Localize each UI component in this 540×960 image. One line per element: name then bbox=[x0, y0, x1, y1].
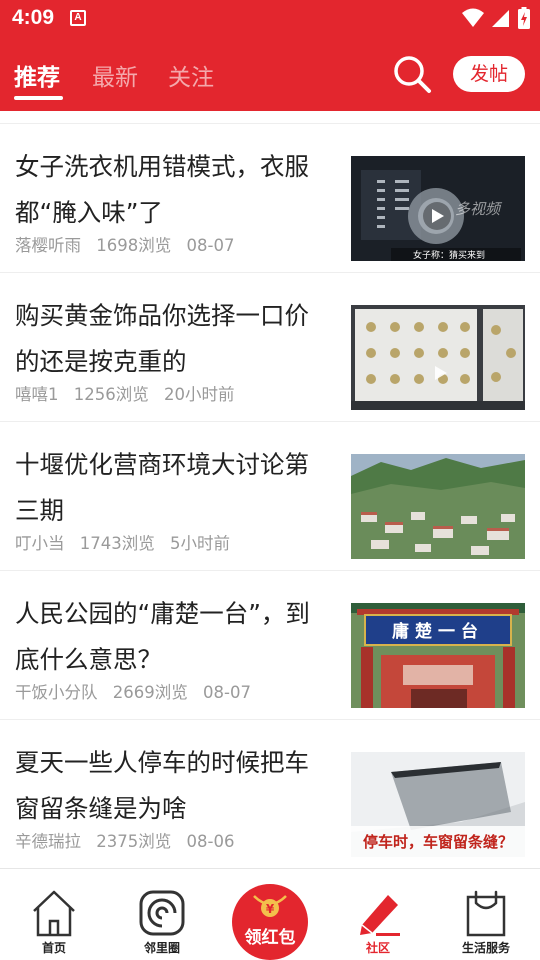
aerial-city-image bbox=[351, 454, 525, 559]
feed-item-thumbnail[interactable]: 庸楚一台 bbox=[351, 603, 525, 708]
feed-item-title[interactable]: 十堰优化营商环境大讨论第三期 bbox=[15, 442, 333, 534]
feed-item-views: 2375浏览 bbox=[96, 832, 172, 851]
tab-recommended[interactable]: 推荐 bbox=[14, 58, 60, 92]
feed-item-meta: 干饭小分队 2669浏览 08-07 bbox=[15, 679, 261, 703]
feed-item-author: 落樱听雨 bbox=[15, 236, 81, 255]
nav-life-services[interactable]: 生活服务 bbox=[432, 869, 540, 960]
feed-item-thumbnail[interactable] bbox=[351, 454, 525, 559]
home-icon bbox=[33, 890, 75, 937]
feed-item-title[interactable]: 人民公园的“庸楚一台”，到底什么意思？ bbox=[15, 591, 333, 683]
pencil-icon bbox=[360, 895, 400, 936]
car-window-image: 停车时，车窗留条缝？ bbox=[351, 752, 525, 857]
feed-item-meta: 叮小当 1743浏览 5小时前 bbox=[15, 530, 240, 554]
feed-item-time: 08-07 bbox=[186, 236, 235, 255]
feed-item-views: 1256浏览 bbox=[73, 385, 149, 404]
video-thumbnail-image: 多视频 女子称：猜买来到 bbox=[351, 156, 525, 261]
wifi-icon bbox=[462, 8, 484, 27]
nav-community-label: 社区 bbox=[365, 941, 390, 955]
feed-item-thumbnail[interactable]: 停车时，车窗留条缝？ bbox=[351, 752, 525, 857]
park-gate-image: 庸楚一台 bbox=[351, 603, 525, 708]
neighborhood-icon bbox=[139, 890, 185, 936]
tab-active-indicator bbox=[14, 96, 63, 100]
shopping-bag-icon bbox=[466, 890, 506, 937]
feed-item[interactable]: 购买黄金饰品你选择一口价的还是按克重的 嘻嘻1 1256浏览 20小时前 bbox=[0, 273, 540, 422]
battery-icon bbox=[518, 7, 530, 29]
thumbnail-caption: 女子称：猜买来到 bbox=[413, 249, 485, 261]
status-bar: 4:09 A bbox=[0, 0, 540, 36]
header: 推荐 最新 关注 发帖 bbox=[0, 36, 540, 111]
tab-latest[interactable]: 最新 bbox=[92, 58, 138, 92]
gold-jewelry-image bbox=[351, 305, 525, 410]
feed-list: 女子洗衣机用错模式，衣服都“腌入味”了 落樱听雨 1698浏览 08-07 多视… bbox=[0, 111, 540, 868]
notification-icon: A bbox=[70, 10, 86, 26]
feed-item-views: 1743浏览 bbox=[79, 534, 155, 553]
tab-following[interactable]: 关注 bbox=[168, 58, 214, 92]
thumbnail-caption: 停车时，车窗留条缝？ bbox=[363, 833, 513, 851]
feed-item-author: 干饭小分队 bbox=[15, 683, 98, 702]
nav-community[interactable]: 社区 bbox=[324, 869, 432, 960]
feed-item[interactable]: 十堰优化营商环境大讨论第三期 叮小当 1743浏览 5小时前 bbox=[0, 422, 540, 571]
feed-item-time: 08-06 bbox=[186, 832, 235, 851]
feed-item[interactable]: 人民公园的“庸楚一台”，到底什么意思？ 干饭小分队 2669浏览 08-07 庸… bbox=[0, 571, 540, 720]
search-icon[interactable] bbox=[392, 54, 432, 94]
feed-item[interactable]: 女子洗衣机用错模式，衣服都“腌入味”了 落樱听雨 1698浏览 08-07 多视… bbox=[0, 124, 540, 273]
feed-item-thumbnail[interactable]: 多视频 女子称：猜买来到 bbox=[351, 156, 525, 261]
red-packet-button[interactable]: ¥ 领红包 bbox=[232, 884, 308, 960]
yuan-glyph: ¥ bbox=[266, 902, 275, 916]
nav-neighborhood[interactable]: 邻里圈 bbox=[108, 869, 216, 960]
feed-item-title[interactable]: 夏天一些人停车的时候把车窗留条缝是为啥 bbox=[15, 740, 333, 832]
nav-home-label: 首页 bbox=[41, 941, 66, 955]
thumbnail-sign-text: 庸楚一台 bbox=[392, 621, 484, 642]
nav-life-services-label: 生活服务 bbox=[461, 941, 510, 955]
feed-item-author: 嘻嘻1 bbox=[15, 385, 59, 404]
feed-item-views: 1698浏览 bbox=[96, 236, 172, 255]
feed-item-time: 08-07 bbox=[203, 683, 251, 702]
feed-item-title[interactable]: 购买黄金饰品你选择一口价的还是按克重的 bbox=[15, 293, 333, 385]
svg-text:多视频: 多视频 bbox=[455, 200, 503, 218]
feed-item-thumbnail[interactable] bbox=[351, 305, 525, 410]
nav-home[interactable]: 首页 bbox=[0, 869, 108, 960]
feed-item-author: 辛德瑞拉 bbox=[15, 832, 81, 851]
feed-item-time: 20小时前 bbox=[164, 385, 235, 404]
post-button[interactable]: 发帖 bbox=[453, 56, 525, 92]
status-time: 4:09 bbox=[12, 6, 55, 29]
feed-item-author: 叮小当 bbox=[15, 534, 65, 553]
feed-item-meta: 嘻嘻1 1256浏览 20小时前 bbox=[15, 381, 245, 405]
feed-item-time: 5小时前 bbox=[170, 534, 230, 553]
feed-item-meta: 辛德瑞拉 2375浏览 08-06 bbox=[15, 828, 244, 852]
feed-item-meta: 落樱听雨 1698浏览 08-07 bbox=[15, 232, 244, 256]
feed-item-views: 2669浏览 bbox=[112, 683, 188, 702]
feed-item-title[interactable]: 女子洗衣机用错模式，衣服都“腌入味”了 bbox=[15, 144, 333, 236]
red-packet-label: 领红包 bbox=[244, 928, 296, 948]
nav-neighborhood-label: 邻里圈 bbox=[143, 941, 180, 955]
feed-item[interactable]: 夏天一些人停车的时候把车窗留条缝是为啥 辛德瑞拉 2375浏览 08-06 停车… bbox=[0, 720, 540, 868]
signal-icon bbox=[492, 10, 509, 27]
status-icons bbox=[462, 7, 530, 29]
